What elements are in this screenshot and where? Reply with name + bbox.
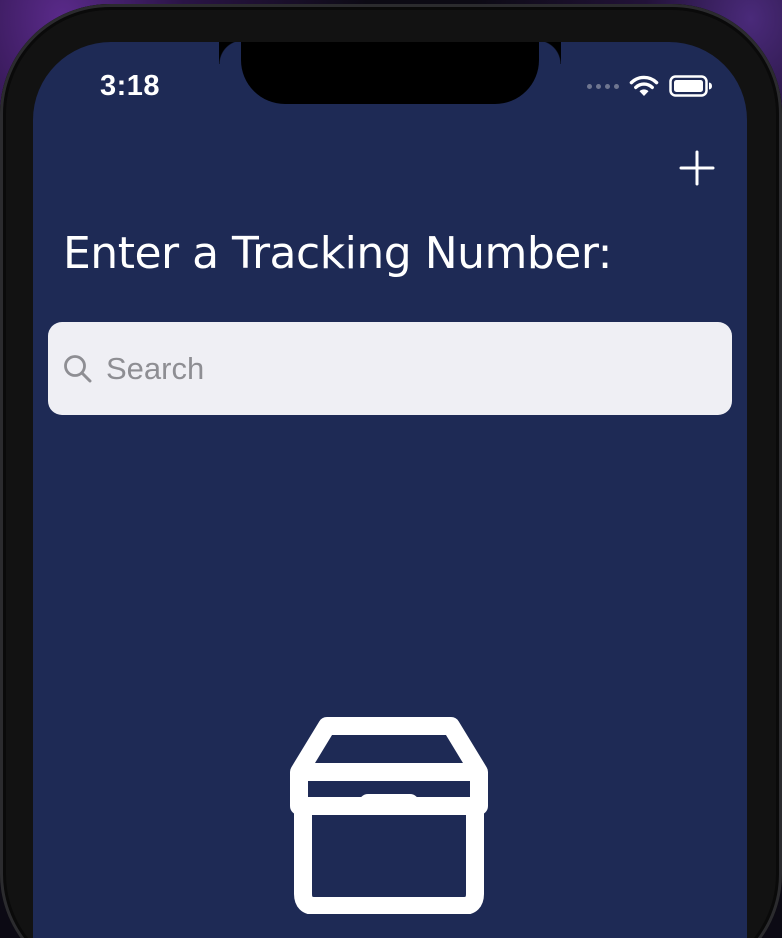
page-title: Enter a Tracking Number: — [63, 228, 613, 279]
plus-icon — [679, 150, 715, 186]
search-bar[interactable] — [48, 322, 732, 415]
package-box-icon — [290, 717, 488, 914]
wifi-icon — [629, 75, 659, 96]
status-time: 3:18 — [100, 70, 161, 102]
app-screen: 3:18 Enter a Tracking Number: Search — [33, 42, 747, 938]
battery-icon — [669, 75, 712, 97]
phone-frame: 3:18 Enter a Tracking Number: Search — [0, 4, 782, 938]
add-tracking-button[interactable] — [677, 148, 717, 188]
search-input[interactable] — [104, 349, 708, 388]
device-backdrop: 3:18 Enter a Tracking Number: Search — [0, 0, 782, 938]
device-notch — [241, 42, 561, 104]
search-icon — [64, 354, 92, 382]
cellular-signal-icon — [587, 83, 619, 89]
status-indicators — [587, 74, 713, 98]
